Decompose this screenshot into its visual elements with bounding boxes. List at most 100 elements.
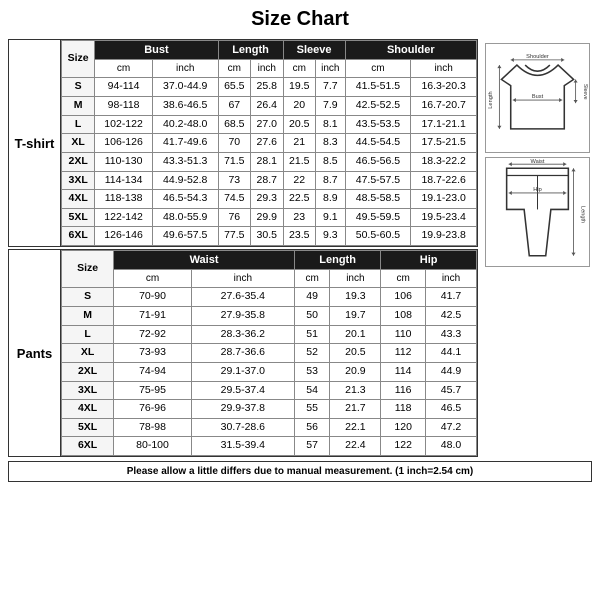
table-row: S94-11437.0-44.965.525.819.57.741.5-51.5…: [62, 78, 477, 97]
pants-cell: 56: [294, 418, 330, 437]
table-row: 5XL122-14248.0-55.97629.9239.149.5-59.51…: [62, 208, 477, 227]
tshirt-cell: 67: [218, 96, 250, 115]
tshirt-cell: 27.0: [251, 115, 283, 134]
table-row: 4XL76-9629.9-37.85521.711846.5: [62, 400, 477, 419]
pants-label: Pants: [9, 250, 61, 456]
pants-cell: 78-98: [114, 418, 192, 437]
tshirt-cell: 47.5-57.5: [345, 171, 411, 190]
tshirt-cell: 43.5-53.5: [345, 115, 411, 134]
tshirt-cell: 42.5-52.5: [345, 96, 411, 115]
pants-cell: M: [62, 307, 114, 326]
tshirt-cell: 44.5-54.5: [345, 134, 411, 153]
tshirt-table: Size Bust Length Sleeve Shoulder cm inch…: [61, 40, 477, 246]
tshirt-cell: 29.9: [251, 208, 283, 227]
tshirt-cell: 19.5-23.4: [411, 208, 477, 227]
pants-cell: 43.3: [425, 325, 476, 344]
tshirt-cell: 118-138: [95, 190, 153, 209]
svg-text:Hip: Hip: [533, 187, 541, 193]
hip-inch: inch: [425, 270, 476, 288]
footer-note: Please allow a little differs due to man…: [8, 461, 592, 482]
table-row: 4XL118-13846.5-54.374.529.322.58.948.5-5…: [62, 190, 477, 209]
tshirt-cell: 41.7-49.6: [152, 134, 218, 153]
table-row: 6XL126-14649.6-57.577.530.523.59.350.5-6…: [62, 227, 477, 246]
pants-cell: 31.5-39.4: [191, 437, 294, 456]
tshirt-cell: 65.5: [218, 78, 250, 97]
tshirt-cell: 5XL: [62, 208, 95, 227]
tshirt-cell: 8.3: [316, 134, 346, 153]
sleeve-inch: inch: [316, 60, 346, 78]
tshirt-cell: 16.3-20.3: [411, 78, 477, 97]
pants-length-inch: inch: [330, 270, 381, 288]
tshirt-cell: 48.0-55.9: [152, 208, 218, 227]
pants-cell: 19.3: [330, 288, 381, 307]
tshirt-cell: 20: [283, 96, 315, 115]
pants-cell: 27.9-35.8: [191, 307, 294, 326]
length-inch: inch: [251, 60, 283, 78]
tshirt-cell: 22: [283, 171, 315, 190]
tshirt-cell: 21: [283, 134, 315, 153]
pants-cell: 54: [294, 381, 330, 400]
pants-cell: 44.9: [425, 362, 476, 381]
tshirt-cell: 70: [218, 134, 250, 153]
length-cm: cm: [218, 60, 250, 78]
pants-cell: 42.5: [425, 307, 476, 326]
pants-cell: 116: [381, 381, 426, 400]
svg-text:Length: Length: [579, 206, 585, 223]
pants-length-cm: cm: [294, 270, 330, 288]
pants-cell: 5XL: [62, 418, 114, 437]
tshirt-cell: 98-118: [95, 96, 153, 115]
pants-cell: 49: [294, 288, 330, 307]
tshirt-label: T-shirt: [9, 40, 61, 246]
tshirt-cell: 8.5: [316, 152, 346, 171]
pants-cell: 112: [381, 344, 426, 363]
tshirt-cell: 23.5: [283, 227, 315, 246]
pants-cell: 21.3: [330, 381, 381, 400]
tshirt-cell: 102-122: [95, 115, 153, 134]
tshirt-cell: 50.5-60.5: [345, 227, 411, 246]
size-col-header: Size: [62, 41, 95, 78]
shoulder-cm: cm: [345, 60, 411, 78]
table-row: L102-12240.2-48.068.527.020.58.143.5-53.…: [62, 115, 477, 134]
tshirt-cell: 28.1: [251, 152, 283, 171]
svg-text:Length: Length: [488, 91, 494, 108]
pants-cell: 22.4: [330, 437, 381, 456]
tshirt-cell: 44.9-52.8: [152, 171, 218, 190]
pants-cell: 74-94: [114, 362, 192, 381]
tshirt-cell: 17.1-21.1: [411, 115, 477, 134]
pants-length-header: Length: [294, 251, 380, 270]
tshirt-cell: 94-114: [95, 78, 153, 97]
table-row: M98-11838.6-46.56726.4207.942.5-52.516.7…: [62, 96, 477, 115]
table-row: M71-9127.9-35.85019.710842.5: [62, 307, 477, 326]
pants-cell: 46.5: [425, 400, 476, 419]
tshirt-cell: 74.5: [218, 190, 250, 209]
pants-cell: 29.1-37.0: [191, 362, 294, 381]
pants-cell: 21.7: [330, 400, 381, 419]
tshirt-cell: 17.5-21.5: [411, 134, 477, 153]
bust-inch: inch: [152, 60, 218, 78]
pants-cell: 72-92: [114, 325, 192, 344]
tshirt-cell: S: [62, 78, 95, 97]
tshirt-cell: 23: [283, 208, 315, 227]
pants-cell: 75-95: [114, 381, 192, 400]
pants-cell: 120: [381, 418, 426, 437]
tshirt-cell: 3XL: [62, 171, 95, 190]
tshirt-cell: 114-134: [95, 171, 153, 190]
svg-text:Waist: Waist: [530, 159, 544, 165]
page-title: Size Chart: [8, 8, 592, 31]
pants-cell: 51: [294, 325, 330, 344]
pants-cell: 22.1: [330, 418, 381, 437]
tshirt-cell: 126-146: [95, 227, 153, 246]
pants-cell: 28.3-36.2: [191, 325, 294, 344]
shoulder-inch: inch: [411, 60, 477, 78]
tshirt-cell: 25.8: [251, 78, 283, 97]
pants-cell: 52: [294, 344, 330, 363]
tshirt-cell: M: [62, 96, 95, 115]
tshirt-cell: L: [62, 115, 95, 134]
tshirt-cell: 122-142: [95, 208, 153, 227]
tshirt-cell: 41.5-51.5: [345, 78, 411, 97]
tshirt-cell: 19.9-23.8: [411, 227, 477, 246]
tshirt-cell: XL: [62, 134, 95, 153]
tshirt-cell: 71.5: [218, 152, 250, 171]
tshirt-cell: 8.1: [316, 115, 346, 134]
waist-cm: cm: [114, 270, 192, 288]
